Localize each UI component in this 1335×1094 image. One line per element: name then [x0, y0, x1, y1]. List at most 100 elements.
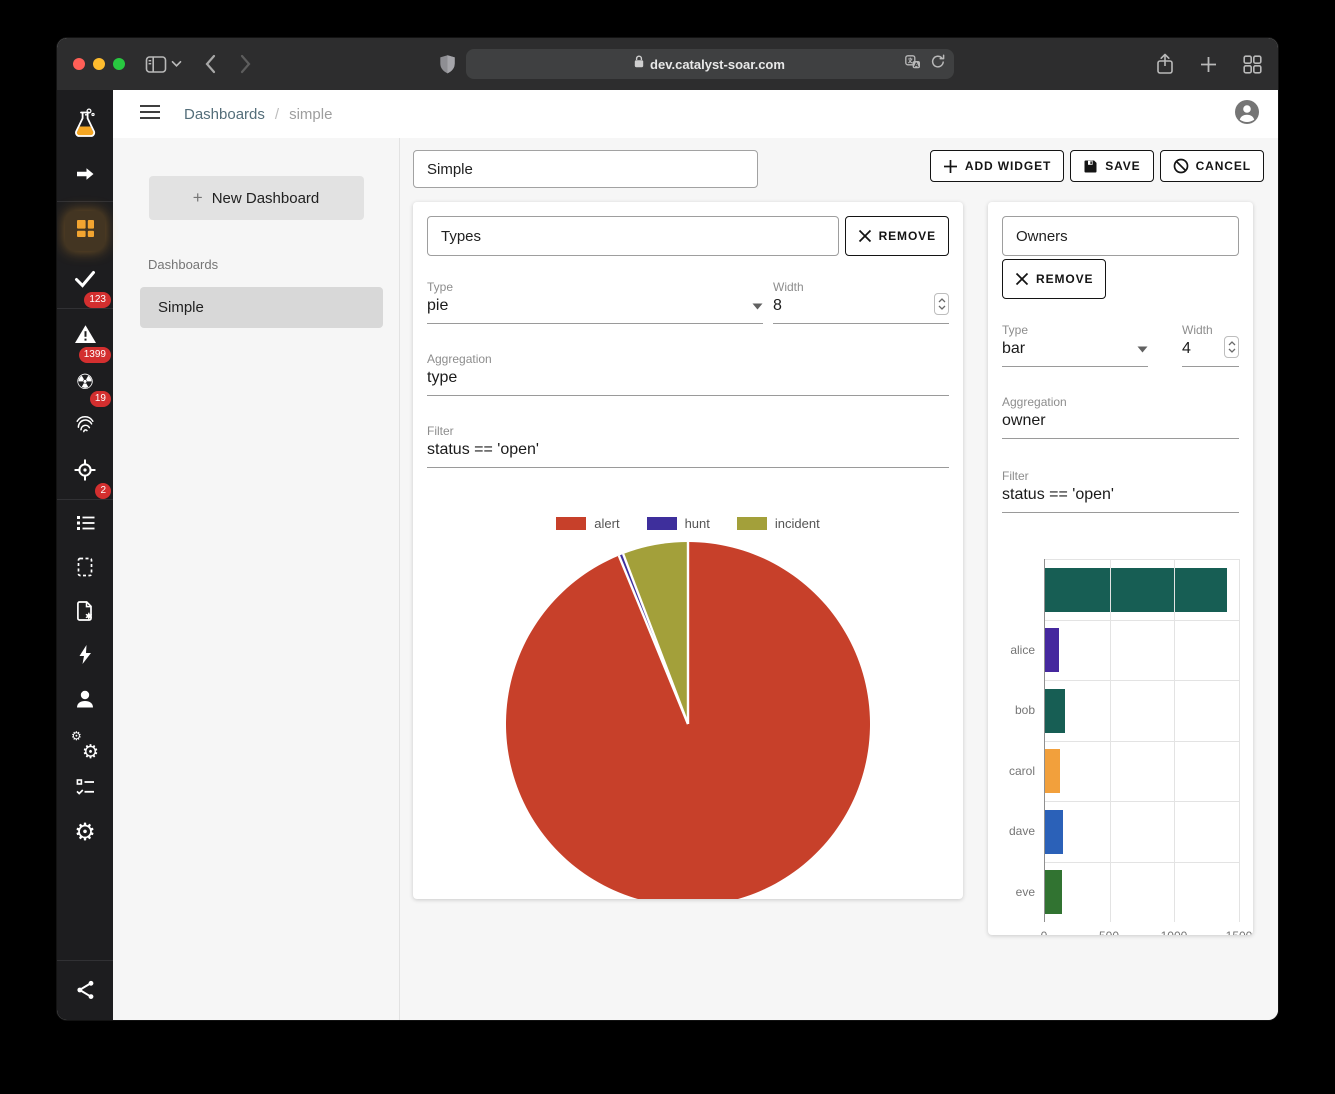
radiation-icon: ☢: [76, 372, 95, 393]
page-dashed-icon: [74, 556, 96, 583]
plus-icon: +: [193, 188, 203, 208]
widget-width-input[interactable]: Width 8: [773, 280, 949, 324]
legend-label: incident: [775, 516, 820, 531]
bar-plot-area: [1044, 801, 1239, 862]
bar-category-label: eve: [1002, 862, 1044, 923]
sidebar-item-page-settings[interactable]: [57, 591, 113, 635]
remove-widget-button[interactable]: REMOVE: [845, 216, 949, 256]
bar-plot-area: [1044, 680, 1239, 741]
bar-category-label: bob: [1002, 680, 1044, 741]
legend-swatch: [556, 517, 586, 530]
bar-row: carol: [1002, 741, 1239, 802]
app-header: Dashboards / simple: [113, 90, 1278, 138]
url-text: dev.catalyst-soar.com: [650, 57, 785, 72]
bar-row: [1002, 559, 1239, 620]
bar-plot-area: [1044, 620, 1239, 681]
lock-icon: [634, 55, 644, 73]
widget-type-select[interactable]: Type bar: [1002, 323, 1148, 367]
number-stepper[interactable]: [934, 293, 949, 315]
sidebar-item-hunts[interactable]: 2: [57, 448, 113, 496]
sidebar-item-dashboards[interactable]: [57, 205, 113, 257]
x-tick-label: 1500: [1226, 929, 1253, 935]
widget-width-value: 8: [773, 297, 782, 315]
dropdown-caret-icon: [1137, 346, 1148, 353]
zoom-window-button[interactable]: [113, 58, 125, 70]
sidebar-item-tasks[interactable]: 123: [57, 257, 113, 305]
page-gear-icon: [74, 600, 96, 627]
minimize-window-button[interactable]: [93, 58, 105, 70]
widget-aggregation-value: owner: [1002, 412, 1046, 430]
x-tick-label: 500: [1099, 929, 1119, 935]
dashboard-title-input[interactable]: [413, 150, 758, 188]
new-dashboard-label: New Dashboard: [212, 190, 320, 207]
dashboard-list-item-simple[interactable]: Simple: [140, 287, 383, 328]
browser-window: dev.catalyst-soar.com: [57, 38, 1278, 1020]
sidebar-item-rules[interactable]: [57, 767, 113, 811]
remove-widget-button[interactable]: REMOVE: [1002, 259, 1106, 299]
reload-icon[interactable]: [931, 54, 945, 74]
check-icon: [74, 270, 96, 293]
hamburger-menu-icon[interactable]: [140, 105, 160, 124]
traffic-lights: [73, 58, 125, 70]
pie-chart: [502, 537, 874, 899]
account-avatar[interactable]: [1234, 99, 1260, 130]
widget-aggregation-field[interactable]: Aggregation type: [427, 352, 949, 396]
sidebar-toggle-icon[interactable]: [145, 55, 167, 74]
close-window-button[interactable]: [73, 58, 85, 70]
widget-type-value: bar: [1002, 340, 1025, 358]
bar-row: bob: [1002, 680, 1239, 741]
warning-triangle-icon: [74, 324, 97, 349]
sidebar-item-draft-page[interactable]: [57, 547, 113, 591]
add-widget-button[interactable]: ADD WIDGET: [930, 150, 1064, 182]
bar-plot-area: [1044, 862, 1239, 923]
sidebar-item-users[interactable]: [57, 679, 113, 723]
desktop: dev.catalyst-soar.com: [0, 0, 1335, 1094]
save-button[interactable]: SAVE: [1070, 150, 1153, 182]
privacy-shield-icon[interactable]: [439, 54, 456, 75]
sidebar-item-services[interactable]: ⚙ ⚙: [57, 723, 113, 767]
widget-width-input[interactable]: Width 4: [1182, 323, 1239, 367]
sidebar-item-automations[interactable]: [57, 635, 113, 679]
checklist-icon: [75, 777, 96, 802]
bar-category-label: carol: [1002, 741, 1044, 802]
widget-type-value: pie: [427, 297, 448, 315]
bar-row: eve: [1002, 862, 1239, 923]
new-dashboard-button[interactable]: + New Dashboard: [149, 176, 364, 220]
new-tab-icon[interactable]: [1200, 56, 1217, 73]
widget-width-value: 4: [1182, 340, 1191, 358]
back-icon[interactable]: [204, 54, 216, 74]
catalyst-flask-logo[interactable]: [57, 96, 113, 154]
address-bar[interactable]: dev.catalyst-soar.com: [466, 49, 954, 79]
bar-unlabeled: [1045, 568, 1227, 612]
widget-filter-field[interactable]: Filter status == 'open': [427, 424, 949, 468]
dashboard-grid-icon: [74, 217, 97, 245]
sidebar-item-settings[interactable]: ⚙: [57, 811, 113, 855]
breadcrumb-dashboards[interactable]: Dashboards: [184, 106, 265, 123]
editor-toolbar: ADD WIDGET SAVE CANCEL: [413, 150, 1264, 188]
widget-type-select[interactable]: Type pie: [427, 280, 763, 324]
tab-overview-icon[interactable]: [1243, 55, 1262, 74]
chevron-down-icon[interactable]: [171, 60, 182, 68]
cancel-button[interactable]: CANCEL: [1160, 150, 1264, 182]
forward-icon[interactable]: [240, 54, 252, 74]
sidebar-item-list[interactable]: [57, 503, 113, 547]
sidebar-item-radiation[interactable]: ☢ 19: [57, 360, 113, 404]
sidebar-item-fingerprint[interactable]: [57, 404, 113, 448]
number-stepper[interactable]: [1224, 336, 1239, 358]
bar-category-label: [1002, 559, 1044, 620]
plus-icon: [943, 159, 958, 174]
hunts-badge: 2: [95, 483, 111, 499]
bar-eve: [1045, 870, 1062, 914]
translate-icon[interactable]: [905, 55, 921, 74]
sidebar-item-share[interactable]: [57, 964, 113, 1020]
sidebar-item-flow[interactable]: [57, 154, 113, 198]
legend-label: alert: [594, 516, 619, 531]
widget-name-input[interactable]: [1002, 216, 1239, 256]
widget-aggregation-field[interactable]: Aggregation owner: [1002, 395, 1239, 439]
widget-filter-field[interactable]: Filter status == 'open': [1002, 469, 1239, 513]
share-icon[interactable]: [1156, 53, 1174, 75]
widget-card-owners: REMOVE Type bar Width: [988, 202, 1253, 935]
sidebar-item-alerts[interactable]: 1399: [57, 312, 113, 360]
widget-name-input[interactable]: [427, 216, 839, 256]
legend-label: hunt: [685, 516, 710, 531]
